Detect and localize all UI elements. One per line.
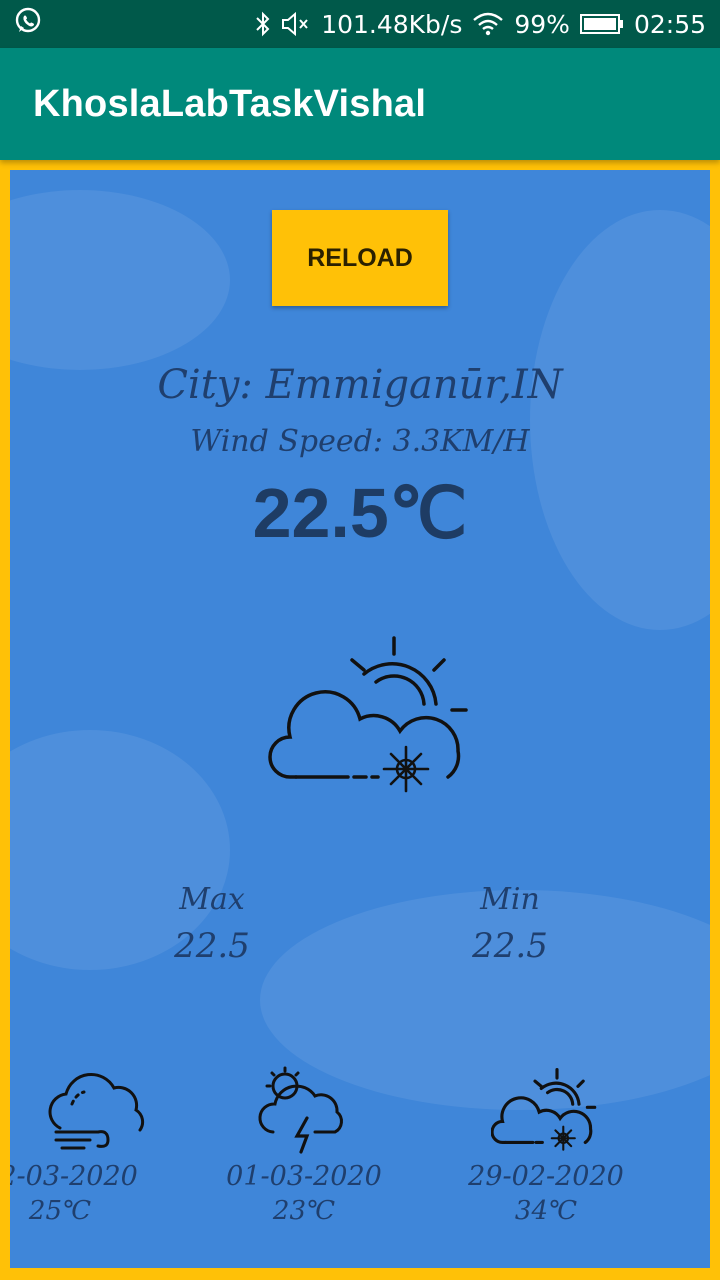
network-speed: 101.48Kb/s — [321, 9, 463, 39]
thunderstorm-sun-icon — [194, 1066, 414, 1161]
forecast-date: 29-02-2020 — [468, 1161, 624, 1192]
clock: 02:55 — [633, 9, 706, 39]
battery-icon — [579, 13, 624, 35]
bluetooth-icon — [255, 11, 271, 37]
forecast-temp: 25℃ — [28, 1196, 92, 1226]
max-label: Max — [179, 882, 245, 917]
wifi-icon — [472, 12, 504, 36]
forecast-date: 01-03-2020 — [226, 1161, 382, 1192]
forecast-item: 01-03-2020 23℃ — [194, 1066, 414, 1226]
current-temperature: 22.5℃ — [252, 474, 468, 552]
background-cloud — [530, 210, 710, 630]
max-value: 22.5 — [174, 926, 250, 966]
min-value: 22.5 — [472, 926, 548, 966]
battery-percent: 99% — [514, 9, 570, 39]
wind-speed-label: Wind Speed: 3.3KM/H — [190, 424, 530, 459]
app-bar: KhoslaLabTaskVishal — [0, 48, 720, 160]
forecast-item: 29-02-2020 34℃ — [436, 1066, 656, 1226]
weather-panel: RELOAD City: Emmiganūr,IN Wind Speed: 3.… — [10, 170, 710, 1268]
windy-cloud-icon — [20, 1066, 170, 1161]
forecast-item: 02-03-2020 25℃ — [10, 1066, 170, 1226]
partly-cloudy-snow-icon — [268, 632, 478, 807]
city-label: City: Emmiganūr,IN — [157, 362, 563, 408]
mute-icon — [281, 11, 311, 37]
forecast-temp: 23℃ — [272, 1196, 336, 1226]
reload-button[interactable]: RELOAD — [272, 210, 448, 306]
background-cloud — [10, 190, 230, 370]
app-title: KhoslaLabTaskVishal — [33, 82, 427, 125]
forecast-date: 02-03-2020 — [10, 1161, 138, 1192]
partly-cloudy-snow-icon — [436, 1066, 656, 1161]
status-bar: 101.48Kb/s 99% 02:55 — [0, 0, 720, 48]
whatsapp-icon — [14, 7, 42, 41]
min-label: Min — [480, 882, 540, 917]
forecast-temp: 34℃ — [514, 1196, 578, 1226]
